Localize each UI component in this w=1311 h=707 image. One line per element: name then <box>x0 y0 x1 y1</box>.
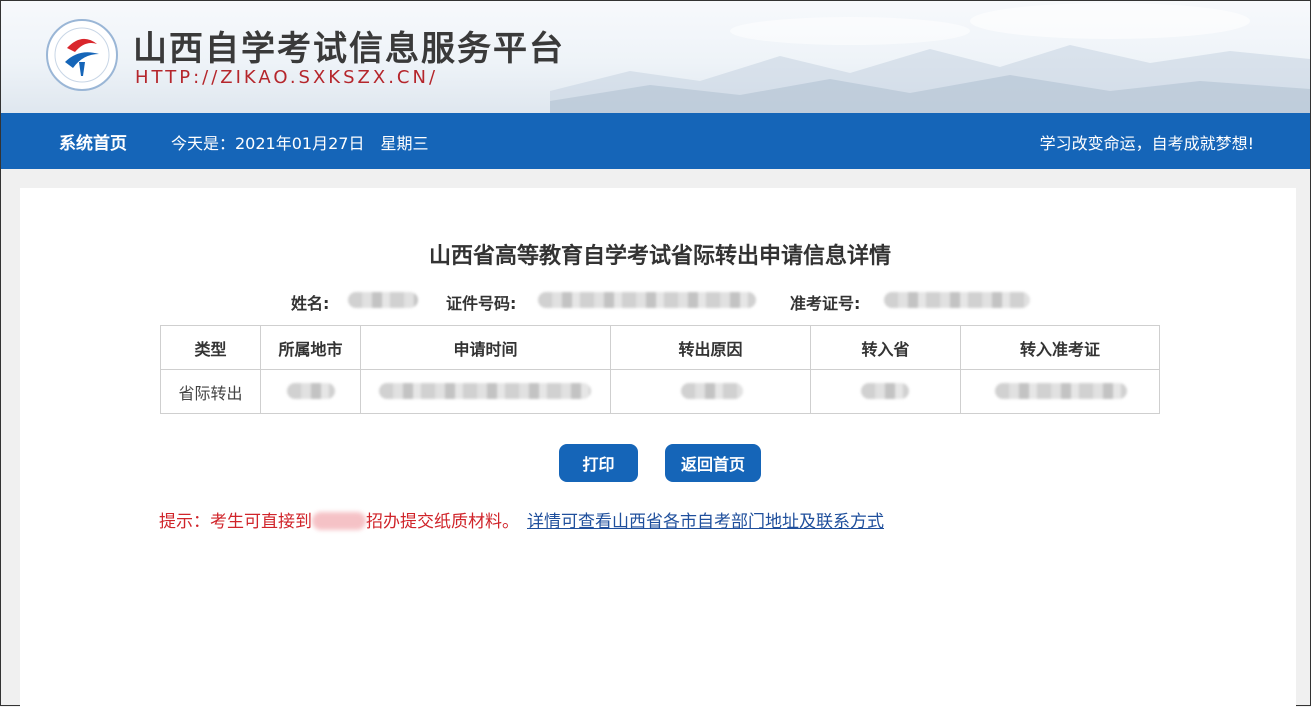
column-header-apply-time: 申请时间 <box>360 325 611 370</box>
column-header-city: 所属地市 <box>260 325 361 370</box>
table-row: 省际转出 <box>160 369 1160 414</box>
column-header-reason: 转出原因 <box>610 325 811 370</box>
mountain-banner-image <box>550 3 1310 113</box>
cell-target-province-redacted <box>810 369 961 414</box>
table-header-row: 类型 所属地市 申请时间 转出原因 转入省 转入准考证 <box>160 325 1160 370</box>
site-title: 山西自学考试信息服务平台 <box>133 29 565 69</box>
column-header-target-exam-number: 转入准考证 <box>960 325 1160 370</box>
page-title: 山西省高等教育自学考试省际转出申请信息详情 <box>428 244 891 269</box>
contact-info-link[interactable]: 详情可查看山西省各市自考部门地址及联系方式 <box>527 512 884 532</box>
tip-message: 提示：考生可直接到 招办提交纸质材料。 详情可查看山西省各市自考部门地址及联系方式 <box>159 507 884 532</box>
exam-number-label: 准考证号: <box>790 294 861 313</box>
tip-suffix: 招办提交纸质材料。 <box>366 512 519 532</box>
cell-city-redacted <box>260 369 361 414</box>
name-label: 姓名: <box>291 294 330 313</box>
site-logo-icon <box>46 19 118 91</box>
cell-target-exam-number-redacted <box>960 369 1160 414</box>
id-number-value-redacted <box>538 292 756 308</box>
cell-type: 省际转出 <box>160 369 261 414</box>
tip-prefix: 提示：考生可直接到 <box>159 512 312 532</box>
column-header-type: 类型 <box>160 325 261 370</box>
nav-slogan: 学习改变命运，自考成就梦想! <box>1039 134 1254 153</box>
transfer-detail-table: 类型 所属地市 申请时间 转出原因 转入省 转入准考证 省际转出 <box>160 325 1160 414</box>
cell-reason-redacted <box>610 369 811 414</box>
id-number-label: 证件号码: <box>446 294 517 313</box>
name-value-redacted <box>348 292 418 308</box>
cell-apply-time-redacted <box>360 369 611 414</box>
nav-home-link[interactable]: 系统首页 <box>59 129 127 154</box>
nav-date-text: 今天是：2021年01月27日 星期三 <box>171 134 429 153</box>
column-header-target-province: 转入省 <box>810 325 961 370</box>
print-button[interactable]: 打印 <box>559 444 638 482</box>
top-navbar: 系统首页 今天是：2021年01月27日 星期三 学习改变命运，自考成就梦想! <box>1 113 1310 169</box>
tip-location-redacted <box>312 512 366 530</box>
site-header: 山西自学考试信息服务平台 HTTP://ZIKAO.SXKSZX.CN/ <box>1 1 1310 113</box>
site-url: HTTP://ZIKAO.SXKSZX.CN/ <box>135 67 439 88</box>
exam-number-value-redacted <box>884 292 1030 308</box>
back-home-button[interactable]: 返回首页 <box>665 444 761 482</box>
content-panel: 山西省高等教育自学考试省际转出申请信息详情 姓名: 证件号码: 准考证号: 类型… <box>20 188 1296 707</box>
